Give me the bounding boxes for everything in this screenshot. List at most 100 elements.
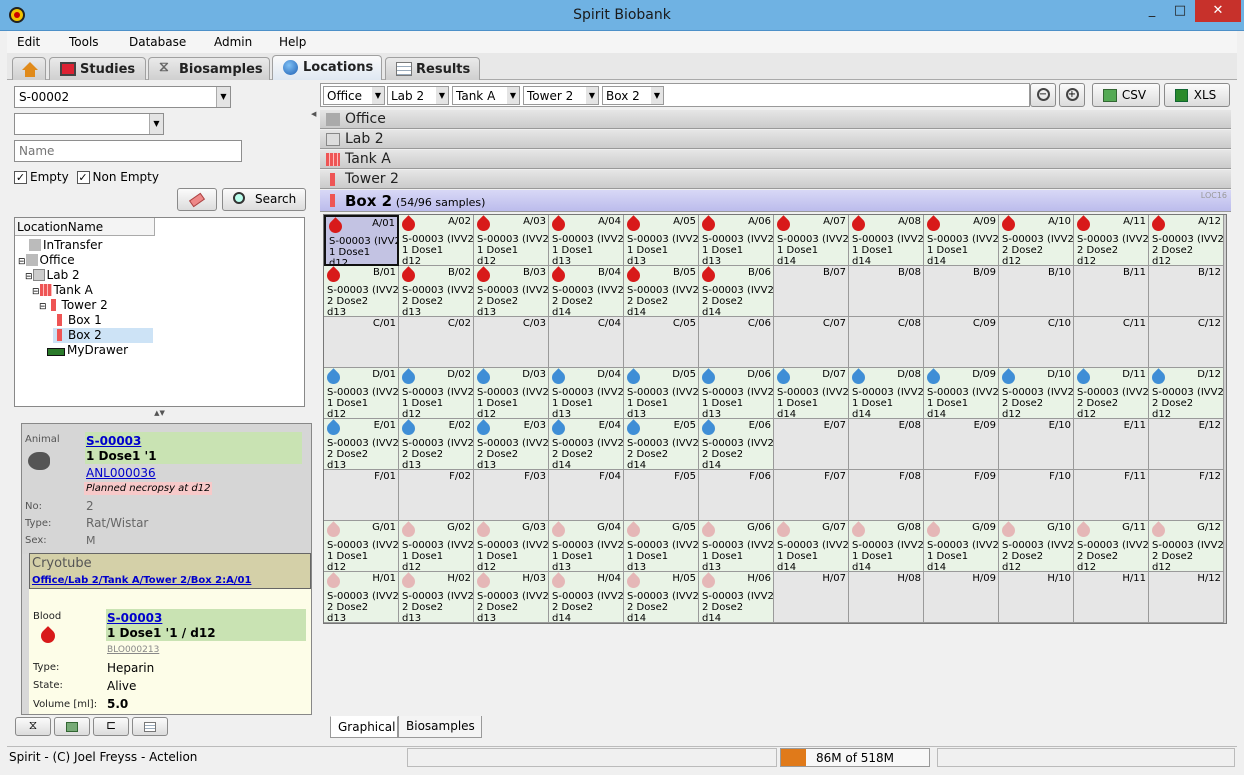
filter-combo-tower[interactable]: Tower 2 ▼	[523, 86, 599, 105]
zoom-out-button[interactable]: −	[1030, 83, 1056, 107]
grid-cell-A10[interactable]: A/10 S-00003 (IVV2 2 Dose2 d12	[999, 215, 1074, 266]
grid-cell-C12[interactable]: C/12	[1149, 317, 1224, 368]
study-view-tab[interactable]	[54, 717, 90, 736]
tab-biosamples[interactable]: ⧖ Biosamples	[148, 57, 270, 80]
grid-cell-H06[interactable]: H/06 S-00003 (IVV2 2 Dose2 d14	[699, 572, 774, 623]
grid-cell-H01[interactable]: H/01 S-00003 (IVV2 2 Dose2 d13	[324, 572, 399, 623]
chevron-down-icon[interactable]: ▼	[372, 87, 384, 104]
grid-cell-D01[interactable]: D/01 S-00003 (IVV2 1 Dose1 d12	[324, 368, 399, 419]
grid-cell-B03[interactable]: B/03 S-00003 (IVV2 2 Dose2 d13	[474, 266, 549, 317]
grid-cell-B01[interactable]: B/01 S-00003 (IVV2 2 Dose2 d13	[324, 266, 399, 317]
zoom-in-button[interactable]: +	[1059, 83, 1085, 107]
tree-node-box1[interactable]: Box 1	[53, 313, 102, 328]
non-empty-checkbox[interactable]: ✓	[76, 171, 90, 184]
filter-combo-tank[interactable]: Tank A ▼	[452, 86, 520, 105]
tree-node-mydrawer[interactable]: MyDrawer	[39, 343, 128, 358]
sample-id-link[interactable]: S-00003	[107, 611, 162, 625]
grid-cell-A04[interactable]: A/04 S-00003 (IVV2 1 Dose1 d13	[549, 215, 624, 266]
table-view-tab[interactable]	[132, 717, 168, 736]
grid-cell-H07[interactable]: H/07	[774, 572, 849, 623]
grid-cell-H03[interactable]: H/03 S-00003 (IVV2 2 Dose2 d13	[474, 572, 549, 623]
collapse-icon[interactable]: ⊟	[18, 257, 26, 267]
grid-cell-B06[interactable]: B/06 S-00003 (IVV2 2 Dose2 d14	[699, 266, 774, 317]
grid-cell-H05[interactable]: H/05 S-00003 (IVV2 2 Dose2 d14	[624, 572, 699, 623]
grid-cell-B09[interactable]: B/09	[924, 266, 999, 317]
grid-cell-F09[interactable]: F/09	[924, 470, 999, 521]
grid-cell-F01[interactable]: F/01	[324, 470, 399, 521]
grid-cell-C10[interactable]: C/10	[999, 317, 1074, 368]
collapse-icon[interactable]: ⊟	[32, 287, 40, 297]
grid-cell-A03[interactable]: A/03 S-00003 (IVV2 1 Dose1 d12	[474, 215, 549, 266]
grid-cell-D08[interactable]: D/08 S-00003 (IVV2 1 Dose1 d14	[849, 368, 924, 419]
grid-cell-G11[interactable]: G/11 S-00003 (IVV2 2 Dose2 d12	[1074, 521, 1149, 572]
filter-combo-box[interactable]: Box 2 ▼	[602, 86, 664, 105]
grid-cell-G02[interactable]: G/02 S-00003 (IVV2 1 Dose1 d12	[399, 521, 474, 572]
grid-cell-H12[interactable]: H/12	[1149, 572, 1224, 623]
grid-cell-B10[interactable]: B/10	[999, 266, 1074, 317]
tab-biosamples-view[interactable]: Biosamples	[398, 716, 482, 738]
grid-cell-A05[interactable]: A/05 S-00003 (IVV2 1 Dose1 d13	[624, 215, 699, 266]
grid-cell-F10[interactable]: F/10	[999, 470, 1074, 521]
grid-cell-C11[interactable]: C/11	[1074, 317, 1149, 368]
tab-results[interactable]: Results	[385, 57, 480, 80]
grid-cell-E02[interactable]: E/02 S-00003 (IVV2 2 Dose2 d13	[399, 419, 474, 470]
grid-cell-F08[interactable]: F/08	[849, 470, 924, 521]
filter-combo-lab[interactable]: Lab 2 ▼	[387, 86, 449, 105]
grid-cell-E07[interactable]: E/07	[774, 419, 849, 470]
grid-cell-G07[interactable]: G/07 S-00003 (IVV2 1 Dose1 d14	[774, 521, 849, 572]
csv-button[interactable]: CSV	[1092, 83, 1160, 107]
grid-cell-G05[interactable]: G/05 S-00003 (IVV2 1 Dose1 d13	[624, 521, 699, 572]
grid-cell-H11[interactable]: H/11	[1074, 572, 1149, 623]
grid-cell-C03[interactable]: C/03	[474, 317, 549, 368]
collapse-icon[interactable]: ⊟	[39, 302, 47, 312]
chevron-down-icon[interactable]: ▼	[149, 114, 163, 134]
grid-cell-B05[interactable]: B/05 S-00003 (IVV2 2 Dose2 d14	[624, 266, 699, 317]
grid-cell-B04[interactable]: B/04 S-00003 (IVV2 2 Dose2 d14	[549, 266, 624, 317]
grid-cell-B07[interactable]: B/07	[774, 266, 849, 317]
chevron-down-icon[interactable]: ▼	[651, 87, 663, 104]
grid-cell-E06[interactable]: E/06 S-00003 (IVV2 2 Dose2 d14	[699, 419, 774, 470]
grid-cell-D03[interactable]: D/03 S-00003 (IVV2 1 Dose1 d12	[474, 368, 549, 419]
filter-combo-office[interactable]: Office ▼	[323, 86, 385, 105]
grid-cell-F03[interactable]: F/03	[474, 470, 549, 521]
grid-cell-C02[interactable]: C/02	[399, 317, 474, 368]
grid-cell-E12[interactable]: E/12	[1149, 419, 1224, 470]
hierarchy-office[interactable]: Office	[320, 110, 1231, 129]
grid-cell-B12[interactable]: B/12	[1149, 266, 1224, 317]
grid-cell-A06[interactable]: A/06 S-00003 (IVV2 1 Dose1 d13	[699, 215, 774, 266]
memory-indicator[interactable]: 86M of 518M	[780, 748, 930, 767]
grid-cell-G01[interactable]: G/01 S-00003 (IVV2 1 Dose1 d12	[324, 521, 399, 572]
empty-checkbox[interactable]: ✓	[14, 171, 27, 184]
menu-edit[interactable]: Edit	[17, 35, 40, 49]
grid-cell-B08[interactable]: B/08	[849, 266, 924, 317]
hierarchy-tower2[interactable]: Tower 2	[320, 170, 1231, 189]
sample-code[interactable]: BLO000213	[107, 645, 159, 655]
menu-help[interactable]: Help	[279, 35, 306, 49]
menu-admin[interactable]: Admin	[214, 35, 252, 49]
grid-cell-A09[interactable]: A/09 S-00003 (IVV2 1 Dose1 d14	[924, 215, 999, 266]
grid-cell-E11[interactable]: E/11	[1074, 419, 1149, 470]
animal-id-link[interactable]: S-00003	[86, 434, 141, 448]
grid-cell-F04[interactable]: F/04	[549, 470, 624, 521]
grid-cell-H09[interactable]: H/09	[924, 572, 999, 623]
hierarchy-view-tab[interactable]: ⊏	[93, 717, 129, 736]
grid-cell-D11[interactable]: D/11 S-00003 (IVV2 2 Dose2 d12	[1074, 368, 1149, 419]
grid-cell-D12[interactable]: D/12 S-00003 (IVV2 2 Dose2 d12	[1149, 368, 1224, 419]
grid-cell-G09[interactable]: G/09 S-00003 (IVV2 1 Dose1 d14	[924, 521, 999, 572]
grid-cell-D10[interactable]: D/10 S-00003 (IVV2 2 Dose2 d12	[999, 368, 1074, 419]
grid-cell-E04[interactable]: E/04 S-00003 (IVV2 2 Dose2 d14	[549, 419, 624, 470]
grid-cell-E01[interactable]: E/01 S-00003 (IVV2 2 Dose2 d13	[324, 419, 399, 470]
menu-tools[interactable]: Tools	[69, 35, 99, 49]
grid-cell-C06[interactable]: C/06	[699, 317, 774, 368]
tree-node-tanka[interactable]: ⊟ Tank A	[32, 283, 93, 298]
grid-cell-H02[interactable]: H/02 S-00003 (IVV2 2 Dose2 d13	[399, 572, 474, 623]
type-combo[interactable]: ▼	[14, 113, 164, 135]
grid-cell-G08[interactable]: G/08 S-00003 (IVV2 1 Dose1 d14	[849, 521, 924, 572]
grid-cell-F02[interactable]: F/02	[399, 470, 474, 521]
grid-cell-E05[interactable]: E/05 S-00003 (IVV2 2 Dose2 d14	[624, 419, 699, 470]
sample-id-combo[interactable]: S-00002 ▼	[14, 86, 231, 108]
grid-cell-F07[interactable]: F/07	[774, 470, 849, 521]
maximize-button[interactable]: □	[1165, 0, 1195, 22]
xls-button[interactable]: XLS	[1164, 83, 1230, 107]
collapse-icon[interactable]: ⊟	[25, 272, 33, 282]
